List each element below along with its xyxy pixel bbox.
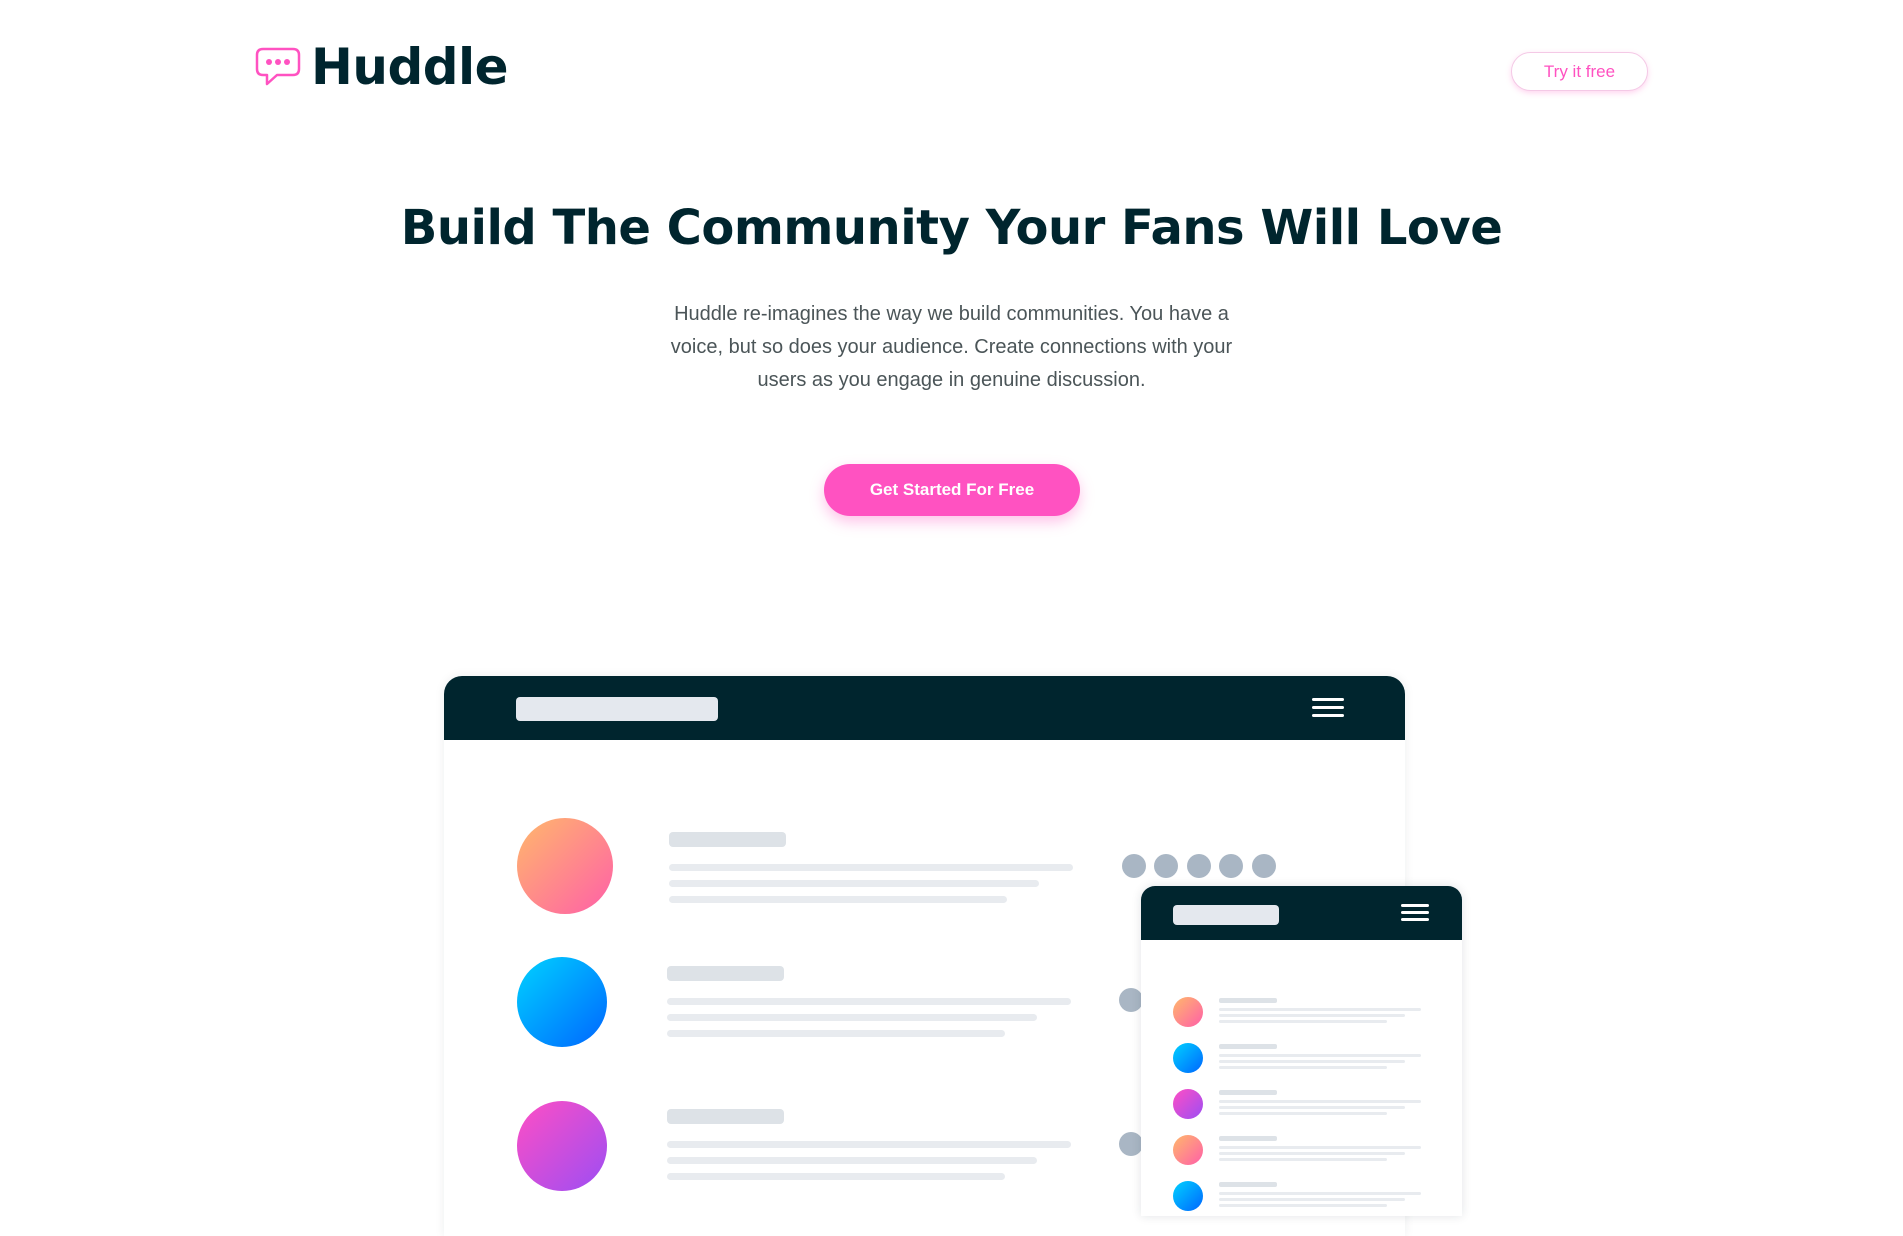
avatar (1173, 1181, 1203, 1211)
placeholder-line (667, 1141, 1071, 1148)
avatar (517, 1101, 607, 1191)
desktop-mockup-navbar (444, 676, 1405, 740)
avatar (1173, 1089, 1203, 1119)
site-header: Huddle Try it free (0, 0, 1903, 140)
placeholder-line (1219, 1044, 1277, 1049)
mobile-mockup-navbar (1141, 886, 1462, 940)
placeholder-line (1219, 1060, 1405, 1063)
avatar (1173, 1043, 1203, 1073)
placeholder-line (1219, 1204, 1387, 1207)
placeholder-line (1219, 1198, 1405, 1201)
placeholder-line (1219, 1054, 1421, 1057)
placeholder-line (1219, 1106, 1405, 1109)
avatar (1173, 997, 1203, 1027)
placeholder-line (667, 966, 784, 981)
placeholder-line (1219, 1090, 1277, 1095)
placeholder-line (1219, 1020, 1387, 1023)
placeholder-line (667, 1109, 784, 1124)
avatar (517, 818, 613, 914)
placeholder-line (669, 832, 786, 847)
dot (1119, 988, 1143, 1012)
navbar-placeholder (1173, 905, 1279, 925)
hero-description: Huddle re-imagines the way we build comm… (670, 303, 1233, 391)
hero-title: Build The Community Your Fans Will Love (400, 200, 1503, 256)
placeholder-line (1219, 1146, 1421, 1149)
placeholder-line (669, 880, 1039, 887)
hamburger-icon (1312, 698, 1344, 722)
dot (1154, 854, 1178, 878)
placeholder-line (667, 998, 1071, 1005)
navbar-placeholder (516, 697, 718, 721)
try-it-free-button[interactable]: Try it free (1511, 52, 1648, 91)
dot (1187, 854, 1211, 878)
dot (1252, 854, 1276, 878)
placeholder-line (667, 1014, 1037, 1021)
placeholder-line (667, 1030, 1005, 1037)
mobile-mockup (1141, 886, 1462, 1216)
dot (1119, 1132, 1143, 1156)
placeholder-line (1219, 1136, 1277, 1141)
placeholder-line (1219, 1112, 1387, 1115)
placeholder-line (669, 864, 1073, 871)
placeholder-line (1219, 998, 1277, 1003)
placeholder-line (1219, 1014, 1405, 1017)
placeholder-line (667, 1173, 1005, 1180)
logo[interactable]: Huddle (255, 38, 509, 96)
placeholder-line (1219, 1158, 1387, 1161)
placeholder-line (1219, 1182, 1277, 1187)
placeholder-line (667, 1157, 1037, 1164)
avatar (517, 957, 607, 1047)
dot (1219, 854, 1243, 878)
placeholder-line (1219, 1008, 1421, 1011)
brand-name: Huddle (311, 38, 509, 96)
get-started-button[interactable]: Get Started For Free (824, 464, 1080, 516)
placeholder-line (669, 896, 1007, 903)
dot (1122, 854, 1146, 878)
placeholder-line (1219, 1192, 1421, 1195)
placeholder-line (1219, 1100, 1421, 1103)
placeholder-line (1219, 1066, 1387, 1069)
chat-bubble-icon (255, 47, 301, 86)
hamburger-icon (1401, 904, 1429, 926)
avatar (1173, 1135, 1203, 1165)
placeholder-line (1219, 1152, 1405, 1155)
